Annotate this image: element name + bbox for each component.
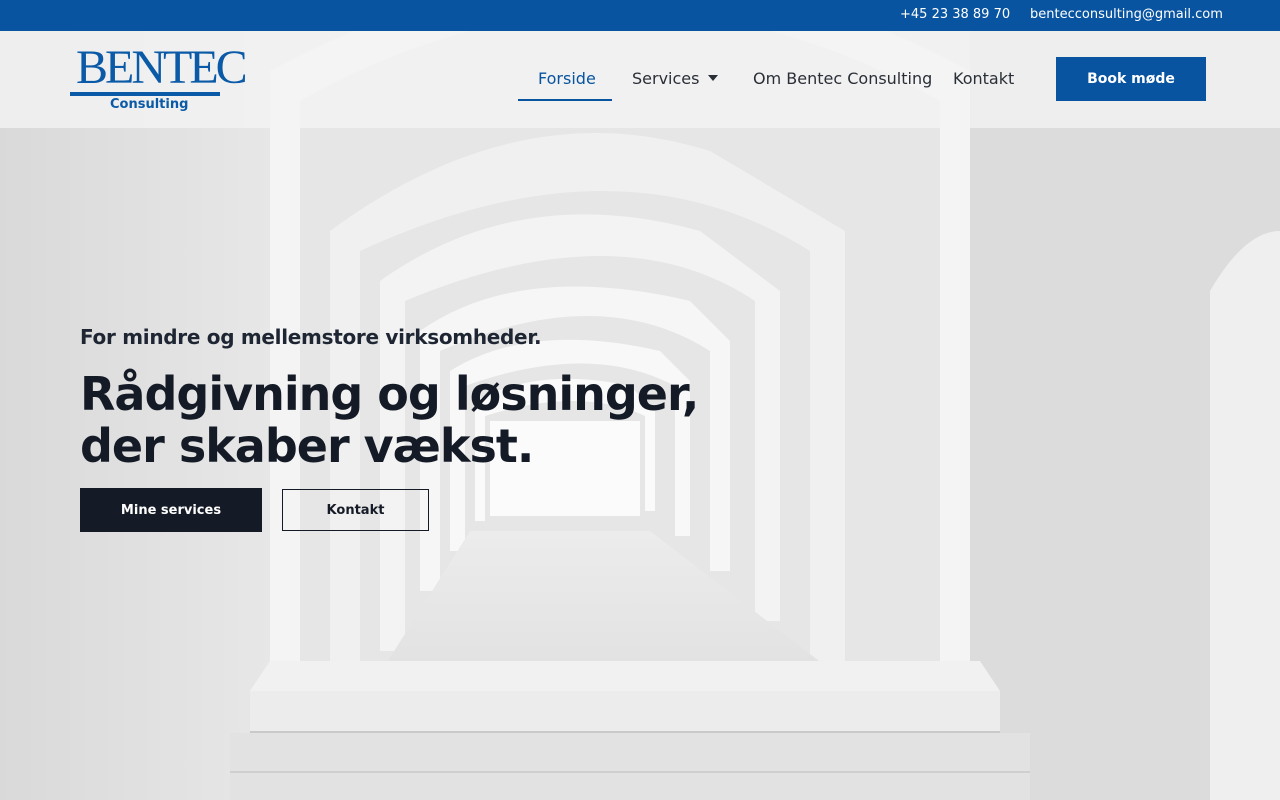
nav-active-indicator: [518, 99, 612, 101]
hero-title: Rådgivning og løsninger, der skaber væks…: [80, 368, 700, 472]
hero-eyebrow: For mindre og mellemstore virksomheder.: [80, 325, 542, 349]
book-meeting-button[interactable]: Book møde: [1056, 57, 1206, 101]
top-phone-link[interactable]: +45 23 38 89 70: [900, 7, 1010, 22]
bentec-logo[interactable]: BENTEC Consulting: [70, 43, 248, 115]
nav-item-services[interactable]: Services: [632, 69, 719, 88]
top-contact-bar: +45 23 38 89 70 bentecconsulting@gmail.c…: [0, 0, 1280, 31]
chevron-down-icon: [708, 75, 719, 81]
nav-item-kontakt[interactable]: Kontakt: [953, 69, 1014, 88]
nav-item-om-bentec[interactable]: Om Bentec Consulting: [753, 69, 932, 88]
nav-item-forside[interactable]: Forside: [538, 69, 596, 88]
logo-wordmark: BENTEC: [76, 41, 248, 94]
hero-kontakt-button[interactable]: Kontakt: [282, 489, 429, 531]
hero-title-line-2: der skaber vækst.: [80, 419, 534, 473]
hero-title-line-1: Rådgivning og løsninger,: [80, 367, 699, 421]
top-email-link[interactable]: bentecconsulting@gmail.com: [1030, 7, 1223, 22]
nav-item-services-label: Services: [632, 69, 700, 88]
site-header: BENTEC Consulting Forside Services Om Be…: [0, 31, 1280, 128]
mine-services-button[interactable]: Mine services: [80, 488, 262, 532]
logo-subtitle: Consulting: [110, 97, 189, 112]
logo-underline: [70, 92, 220, 96]
